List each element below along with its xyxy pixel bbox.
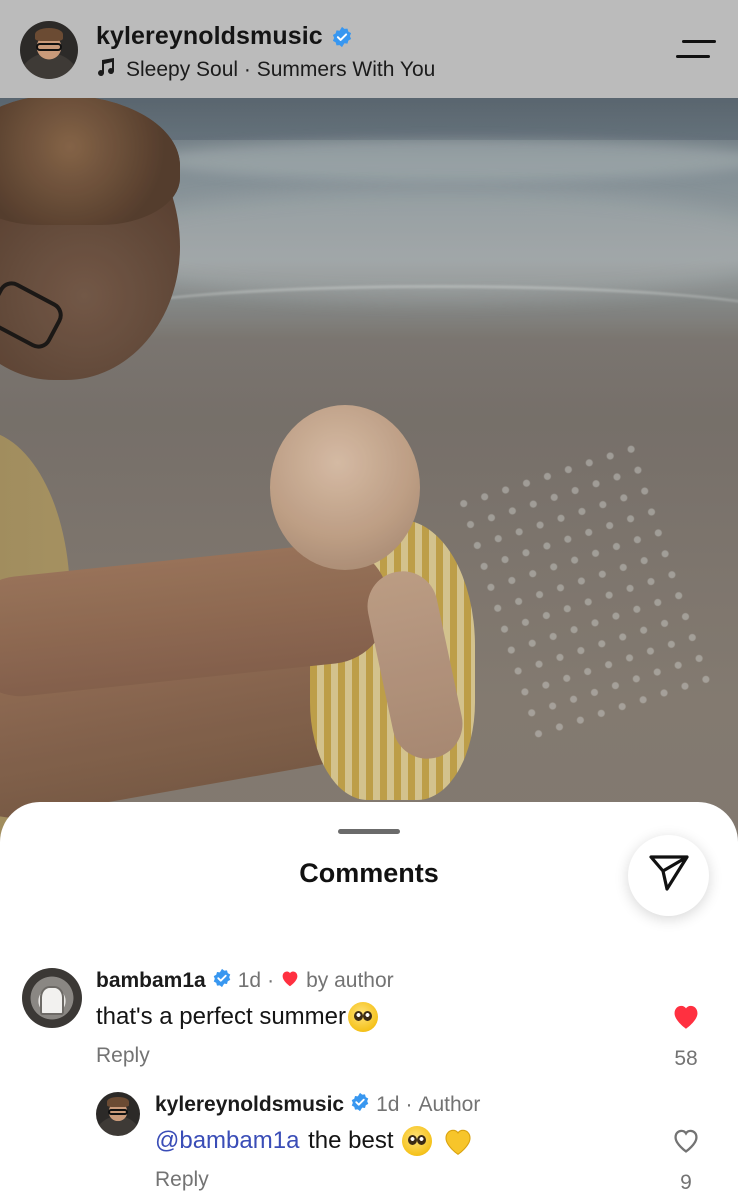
pleading-face-emoji — [402, 1126, 433, 1156]
verified-badge-icon — [331, 26, 353, 48]
share-button[interactable] — [628, 835, 709, 916]
liked-by-author-label: by author — [306, 969, 394, 992]
heart-filled-icon — [670, 1002, 702, 1038]
hamburger-menu-icon[interactable] — [676, 38, 718, 62]
comment-body: the best — [301, 1127, 401, 1154]
verified-badge-icon — [212, 968, 232, 994]
like-count: 58 — [674, 1047, 698, 1070]
post-photo[interactable] — [0, 0, 738, 860]
comment-body: that's a perfect summer — [96, 1003, 347, 1030]
comment-reply-item: kylereynoldsmusic 1d · Author @bambam1a … — [0, 1092, 738, 1200]
like-button[interactable] — [666, 1126, 706, 1162]
post-header: kylereynoldsmusic Sleepy Soul · Summers … — [0, 0, 738, 98]
commenter-avatar[interactable] — [22, 968, 82, 1028]
commenter-avatar[interactable] — [96, 1092, 140, 1136]
author-name-row: kylereynoldsmusic — [96, 22, 353, 51]
music-note-icon — [96, 57, 116, 83]
comment-meta: bambam1a 1d · by author — [96, 968, 394, 994]
like-button[interactable] — [666, 1002, 706, 1038]
reply-button[interactable]: Reply — [155, 1168, 209, 1192]
paper-plane-icon — [648, 853, 690, 898]
like-count: 9 — [680, 1171, 692, 1194]
mention-link[interactable]: @bambam1a — [155, 1127, 299, 1155]
comment-text: @bambam1a the best — [155, 1126, 474, 1156]
author-badge: Author — [418, 1093, 481, 1116]
sheet-drag-handle[interactable] — [338, 829, 400, 834]
reply-button[interactable]: Reply — [96, 1044, 150, 1068]
comments-sheet: Comments bambam1a 1d · by author that's … — [0, 802, 738, 1200]
author-username[interactable]: kylereynoldsmusic — [96, 22, 323, 51]
music-info[interactable]: Sleepy Soul · Summers With You — [96, 57, 435, 83]
music-track: Sleepy Soul · Summers With You — [126, 58, 436, 81]
comment-separator: · — [267, 969, 275, 992]
pleading-face-emoji — [348, 1002, 379, 1032]
liked-by-author-heart-icon — [280, 969, 300, 993]
comment-text: that's a perfect summer — [96, 1002, 379, 1032]
comment-time: 1d — [237, 969, 262, 992]
photo-dim-overlay — [0, 0, 738, 860]
comment-username[interactable]: kylereynoldsmusic — [155, 1093, 344, 1117]
verified-badge-icon — [350, 1092, 370, 1118]
comment-item: bambam1a 1d · by author that's a perfect… — [0, 968, 738, 1078]
yellow-heart-emoji — [442, 1126, 474, 1156]
comment-username[interactable]: bambam1a — [96, 969, 206, 993]
comment-separator: · — [405, 1093, 413, 1116]
comment-time: 1d — [376, 1093, 400, 1116]
author-avatar[interactable] — [20, 21, 78, 79]
heart-outline-icon — [670, 1126, 702, 1162]
comment-meta: kylereynoldsmusic 1d · Author — [155, 1092, 480, 1118]
